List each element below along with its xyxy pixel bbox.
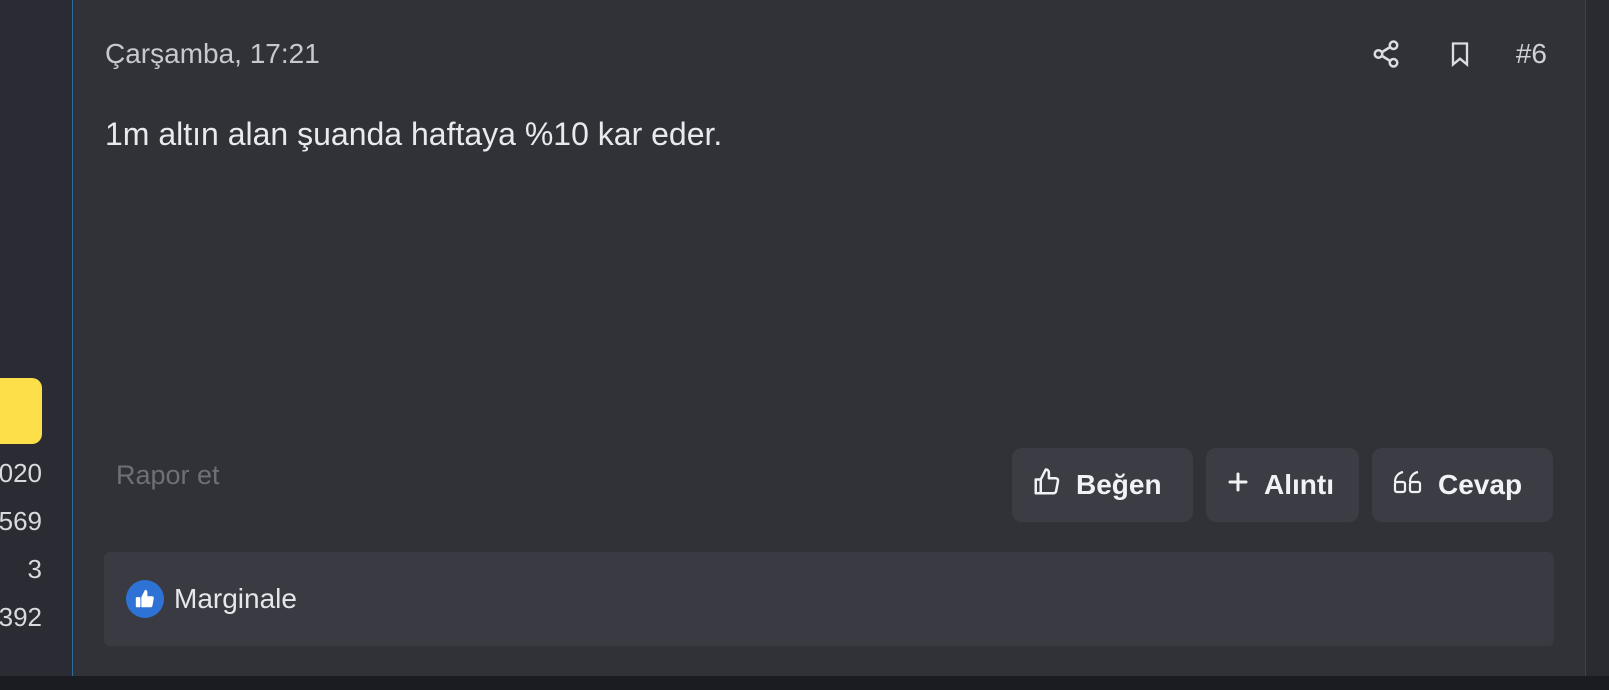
post-container: Çarşamba, 17:21 #6 1m altın alan şuanda …: [73, 0, 1586, 676]
user-info-panel: 020 569 3 392: [0, 0, 73, 676]
share-icon[interactable]: [1368, 36, 1404, 72]
reply-button-label: Cevap: [1438, 469, 1523, 500]
post-top-actions: #6: [1368, 36, 1547, 72]
like-button-label: Beğen: [1076, 469, 1162, 500]
post-body-text: 1m altın alan şuanda haftaya %10 kar ede…: [105, 116, 723, 152]
reaction-user-link[interactable]: Marginale: [174, 583, 297, 615]
user-stat-1: 020: [0, 458, 42, 488]
reply-button[interactable]: Cevap: [1372, 448, 1553, 522]
quote-marks-icon: [1392, 468, 1424, 503]
reactions-bar: Marginale: [104, 552, 1554, 646]
thumbs-up-badge-icon: [126, 580, 164, 618]
post-number-link[interactable]: #6: [1516, 38, 1547, 70]
quote-button[interactable]: Alıntı: [1206, 448, 1359, 522]
like-button[interactable]: Beğen: [1012, 448, 1193, 522]
forum-page: 020 569 3 392 Çarşamba, 17:21 #6 1m altı…: [0, 0, 1609, 690]
user-stat-3: 3: [27, 554, 42, 584]
bookmark-icon[interactable]: [1442, 36, 1478, 72]
user-badge: [0, 378, 42, 444]
user-stat-4: 392: [0, 602, 42, 632]
thumbs-up-icon: [1032, 467, 1062, 504]
report-link[interactable]: Rapor et: [116, 460, 220, 491]
right-edge-panel: [1586, 0, 1609, 676]
quote-button-label: Alıntı: [1264, 469, 1334, 500]
plus-icon: [1226, 469, 1250, 501]
post-action-buttons: Beğen Alıntı Cevap: [1012, 448, 1553, 522]
bottom-divider: [0, 676, 1609, 690]
post-date[interactable]: Çarşamba, 17:21: [105, 38, 320, 70]
user-stat-2: 569: [0, 506, 42, 536]
